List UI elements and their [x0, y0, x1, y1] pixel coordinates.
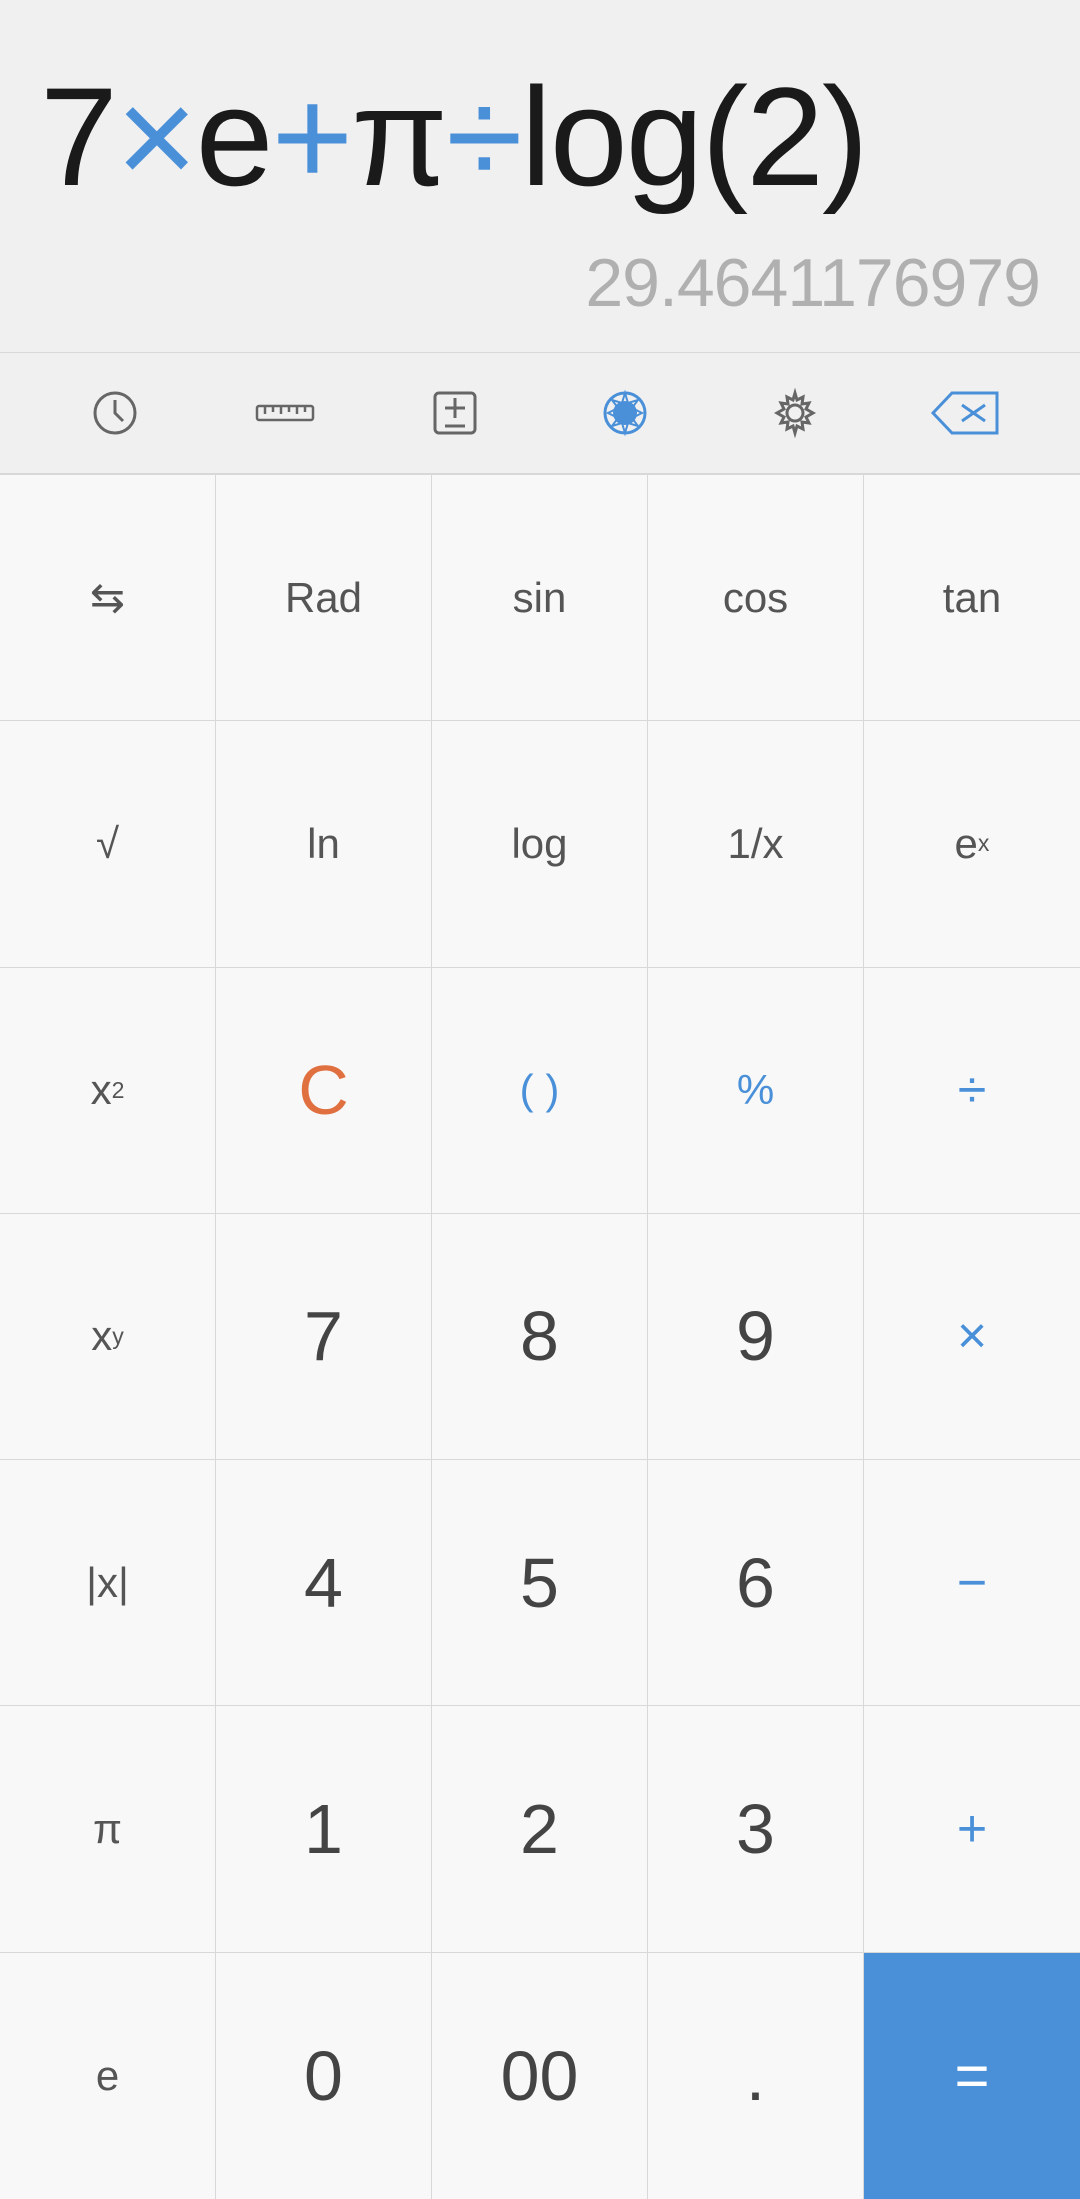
- tan-key[interactable]: tan: [864, 475, 1080, 720]
- decimal-key[interactable]: .: [648, 1953, 864, 2199]
- abs-key[interactable]: |x|: [0, 1460, 216, 1705]
- six-key[interactable]: 6: [648, 1460, 864, 1705]
- expr-e: e: [196, 60, 272, 214]
- key-row-3: x2 C ( ) % ÷: [0, 968, 1080, 1214]
- nine-key[interactable]: 9: [648, 1214, 864, 1459]
- zero-key[interactable]: 0: [216, 1953, 432, 2199]
- subtract-key[interactable]: −: [864, 1460, 1080, 1705]
- keypad: ⇆ Rad sin cos tan √ ln log 1/x ex x2 C (…: [0, 474, 1080, 2199]
- ruler-button[interactable]: [245, 373, 325, 453]
- five-key[interactable]: 5: [432, 1460, 648, 1705]
- exp-key[interactable]: ex: [864, 721, 1080, 966]
- theme-icon: [600, 388, 650, 438]
- backspace-icon: [930, 390, 1000, 436]
- power-key[interactable]: xy: [0, 1214, 216, 1459]
- ln-key[interactable]: ln: [216, 721, 432, 966]
- key-row-2: √ ln log 1/x ex: [0, 721, 1080, 967]
- eight-key[interactable]: 8: [432, 1214, 648, 1459]
- pi-key[interactable]: π: [0, 1706, 216, 1951]
- euler-key[interactable]: e: [0, 1953, 216, 2199]
- two-key[interactable]: 2: [432, 1706, 648, 1951]
- double-zero-key[interactable]: 00: [432, 1953, 648, 2199]
- toolbar: [0, 352, 1080, 474]
- key-row-1: ⇆ Rad sin cos tan: [0, 475, 1080, 721]
- expression: 7×e+π÷log(2): [40, 60, 1040, 214]
- clear-key[interactable]: C: [216, 968, 432, 1213]
- settings-icon: [770, 388, 820, 438]
- reciprocal-key[interactable]: 1/x: [648, 721, 864, 966]
- four-key[interactable]: 4: [216, 1460, 432, 1705]
- multiply-key[interactable]: ×: [864, 1214, 1080, 1459]
- ruler-icon: [255, 398, 315, 428]
- key-row-5: |x| 4 5 6 −: [0, 1460, 1080, 1706]
- plusminus-icon: [430, 388, 480, 438]
- one-key[interactable]: 1: [216, 1706, 432, 1951]
- expr-7: 7: [40, 60, 116, 214]
- history-button[interactable]: [75, 373, 155, 453]
- add-key[interactable]: +: [864, 1706, 1080, 1951]
- expr-times: ×: [116, 60, 196, 214]
- key-row-7: e 0 00 . =: [0, 1953, 1080, 2199]
- expr-log2: log(2): [521, 60, 867, 214]
- cos-key[interactable]: cos: [648, 475, 864, 720]
- settings-button[interactable]: [755, 373, 835, 453]
- key-row-6: π 1 2 3 +: [0, 1706, 1080, 1952]
- key-row-4: xy 7 8 9 ×: [0, 1214, 1080, 1460]
- theme-button[interactable]: [585, 373, 665, 453]
- backspace-button[interactable]: [925, 373, 1005, 453]
- result-display: 29.4641176979: [40, 244, 1040, 322]
- log-key[interactable]: log: [432, 721, 648, 966]
- sin-key[interactable]: sin: [432, 475, 648, 720]
- square-key[interactable]: x2: [0, 968, 216, 1213]
- expr-div: ÷: [446, 60, 521, 214]
- plusminus-button[interactable]: [415, 373, 495, 453]
- parentheses-key[interactable]: ( ): [432, 968, 648, 1213]
- expr-pi: π: [351, 60, 446, 214]
- inverse-key[interactable]: ⇆: [0, 475, 216, 720]
- history-icon: [90, 388, 140, 438]
- display-area: 7×e+π÷log(2) 29.4641176979: [0, 0, 1080, 352]
- seven-key[interactable]: 7: [216, 1214, 432, 1459]
- rad-key[interactable]: Rad: [216, 475, 432, 720]
- expr-plus: +: [272, 60, 352, 214]
- three-key[interactable]: 3: [648, 1706, 864, 1951]
- percent-key[interactable]: %: [648, 968, 864, 1213]
- equals-key[interactable]: =: [864, 1953, 1080, 2199]
- divide-key[interactable]: ÷: [864, 968, 1080, 1213]
- sqrt-key[interactable]: √: [0, 721, 216, 966]
